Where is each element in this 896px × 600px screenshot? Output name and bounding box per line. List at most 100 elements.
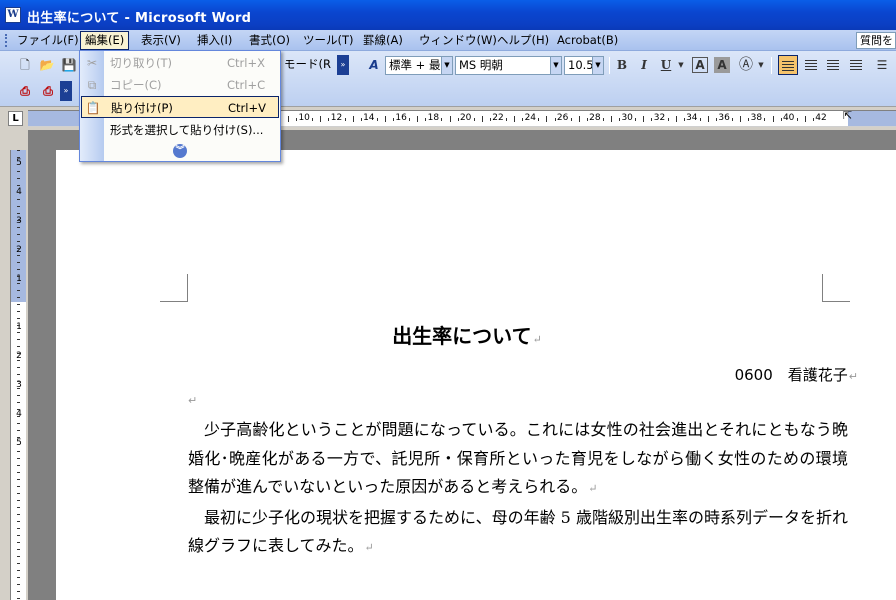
ruler-tick: [796, 118, 798, 121]
line-spacing-icon[interactable]: ☰: [872, 55, 892, 75]
styles-formatting-icon[interactable]: A: [364, 55, 384, 75]
save-icon[interactable]: 💾: [59, 55, 79, 75]
style-select[interactable]: 標準 + 最 ▼: [385, 56, 453, 75]
title-bar[interactable]: W 出生率について - Microsoft Word: [0, 0, 896, 30]
acrobat-pdf-mail-icon[interactable]: ⎙: [38, 81, 58, 101]
empty-paragraph-mark: ↵: [188, 394, 198, 407]
ruler-tick: [320, 116, 322, 122]
vertical-ruler-tick: [17, 430, 20, 431]
align-right-button[interactable]: [823, 55, 843, 75]
font-size-select[interactable]: 10.5 ▼: [564, 56, 604, 75]
ruler-tick: [457, 118, 459, 121]
ruler-tick: [489, 118, 491, 121]
chevron-double-down-icon[interactable]: ︾: [173, 144, 187, 158]
vertical-ruler-tick: [17, 500, 20, 501]
document-body[interactable]: 少子高齢化ということが問題になっている。これには女性の社会進出とそれにともなう晩…: [188, 416, 848, 563]
distribute-button[interactable]: [846, 55, 866, 75]
underline-dropdown-icon[interactable]: ▼: [677, 55, 685, 75]
vertical-ruler-number: 5: [16, 438, 22, 448]
document-author[interactable]: 0600 看護花子↵: [735, 364, 858, 385]
chevron-down-icon[interactable]: ▼: [550, 57, 561, 74]
vertical-ruler-tick: [17, 339, 20, 340]
phonetic-guide-icon[interactable]: Ⓐ: [736, 55, 756, 75]
character-border-button[interactable]: A: [692, 57, 708, 73]
help-question-box[interactable]: 質問を: [856, 32, 896, 49]
underline-button[interactable]: U: [656, 55, 676, 75]
paragraph[interactable]: 最初に少子化の現状を把握するために、母の年齢 5 歳階級別出生率の時系列データを…: [188, 504, 848, 563]
vertical-ruler-tick: [17, 374, 20, 375]
chevron-down-icon[interactable]: ▼: [592, 57, 603, 74]
new-document-icon[interactable]: 🗋: [15, 55, 35, 75]
vertical-ruler-tick: [17, 486, 20, 487]
character-shading-button[interactable]: A: [714, 57, 730, 73]
paragraph-text: 少子高齢化ということが問題になっている。これには女性の社会進出とそれにともなう晩…: [188, 420, 848, 496]
menu-insert[interactable]: 挿入(I): [193, 32, 236, 49]
ruler-tick: [514, 116, 516, 122]
vertical-ruler-tick: [17, 381, 20, 382]
vertical-ruler-tick: [17, 213, 20, 214]
ruler-tick: [651, 118, 653, 121]
ruler-tick: [352, 116, 354, 122]
font-select[interactable]: MS 明朝 ▼: [455, 56, 562, 75]
menu-table[interactable]: 罫線(A): [359, 32, 407, 49]
phonetic-dropdown-icon[interactable]: ▼: [757, 55, 765, 75]
vertical-ruler-tick: [17, 353, 20, 354]
menu-item-copy[interactable]: ⧉ コピー(C) Ctrl+C: [81, 74, 279, 96]
menu-acrobat[interactable]: Acrobat(B): [553, 32, 622, 49]
menubar-grip-handle[interactable]: [5, 34, 8, 47]
menu-window[interactable]: ウィンドウ(W): [415, 32, 501, 49]
ruler-tick: [748, 118, 750, 121]
menu-view[interactable]: 表示(V): [137, 32, 185, 49]
bold-button[interactable]: B: [612, 55, 632, 75]
chevron-down-icon[interactable]: ▼: [441, 57, 452, 74]
vertical-ruler-tick: [17, 549, 20, 550]
vertical-ruler-tick: [17, 577, 20, 578]
tab-selector-button[interactable]: L: [8, 111, 23, 126]
ruler-tick: [699, 118, 701, 121]
document-title[interactable]: 出生率について↵: [28, 320, 896, 349]
italic-button[interactable]: I: [634, 55, 654, 75]
menu-item-cut[interactable]: ✂ 切り取り(T) Ctrl+X: [81, 52, 279, 74]
open-folder-icon[interactable]: 📂: [37, 55, 57, 75]
vertical-ruler-tick: [17, 402, 20, 403]
vertical-ruler-tick: [17, 150, 20, 151]
vertical-ruler-tick: [17, 241, 20, 242]
toolbar-options-chevron-icon[interactable]: »: [337, 55, 349, 75]
vertical-ruler-tick: [17, 493, 20, 494]
paragraph-mark: ↵: [532, 333, 542, 346]
vertical-ruler-tick: [17, 311, 20, 312]
vertical-ruler-tick: [17, 437, 20, 438]
menu-item-paste-special[interactable]: 形式を選択して貼り付け(S)...: [81, 119, 279, 141]
align-justify-button[interactable]: [778, 55, 798, 75]
align-center-button[interactable]: [801, 55, 821, 75]
ruler-tick: [780, 118, 782, 121]
word-app-icon[interactable]: W: [5, 7, 21, 23]
menu-file[interactable]: ファイル(F): [13, 32, 83, 49]
vertical-ruler-tick: [17, 220, 20, 221]
menu-edit[interactable]: 編集(E): [80, 31, 130, 50]
paragraph-mark: ↵: [848, 370, 858, 383]
vertical-ruler-tick: [17, 234, 20, 235]
ruler-tick: [409, 118, 411, 121]
vertical-ruler-tick: [17, 472, 20, 473]
menu-format[interactable]: 書式(O): [245, 32, 294, 49]
mouse-pointer-icon: ⇱: [843, 109, 853, 122]
vertical-ruler-tick: [17, 584, 20, 585]
ruler-tick: [393, 118, 395, 121]
acrobat-pdf-icon[interactable]: ⎙: [15, 81, 35, 101]
reading-mode-button[interactable]: モード(R): [281, 56, 331, 75]
menu-item-paste[interactable]: 📋 貼り付け(P) Ctrl+V: [81, 96, 279, 118]
ruler-tick: [667, 118, 669, 121]
ruler-tick: [441, 118, 443, 121]
paragraph[interactable]: 少子高齢化ということが問題になっている。これには女性の社会進出とそれにともなう晩…: [188, 416, 848, 504]
menu-bar: ファイル(F) 編集(E) 表示(V) 挿入(I) 書式(O) ツール(T) 罫…: [0, 30, 896, 51]
ruler-tick: [740, 116, 742, 122]
copy-icon: ⧉: [87, 78, 97, 92]
menu-help[interactable]: ヘルプ(H): [493, 32, 553, 49]
ruler-tick: [586, 118, 588, 121]
ruler-tick: [449, 116, 451, 122]
vertical-ruler-tick: [17, 395, 20, 396]
acrobat-toolbar-options-icon[interactable]: »: [60, 81, 72, 101]
menu-tools[interactable]: ツール(T): [299, 32, 358, 49]
vertical-ruler[interactable]: 5432112345: [10, 150, 26, 600]
